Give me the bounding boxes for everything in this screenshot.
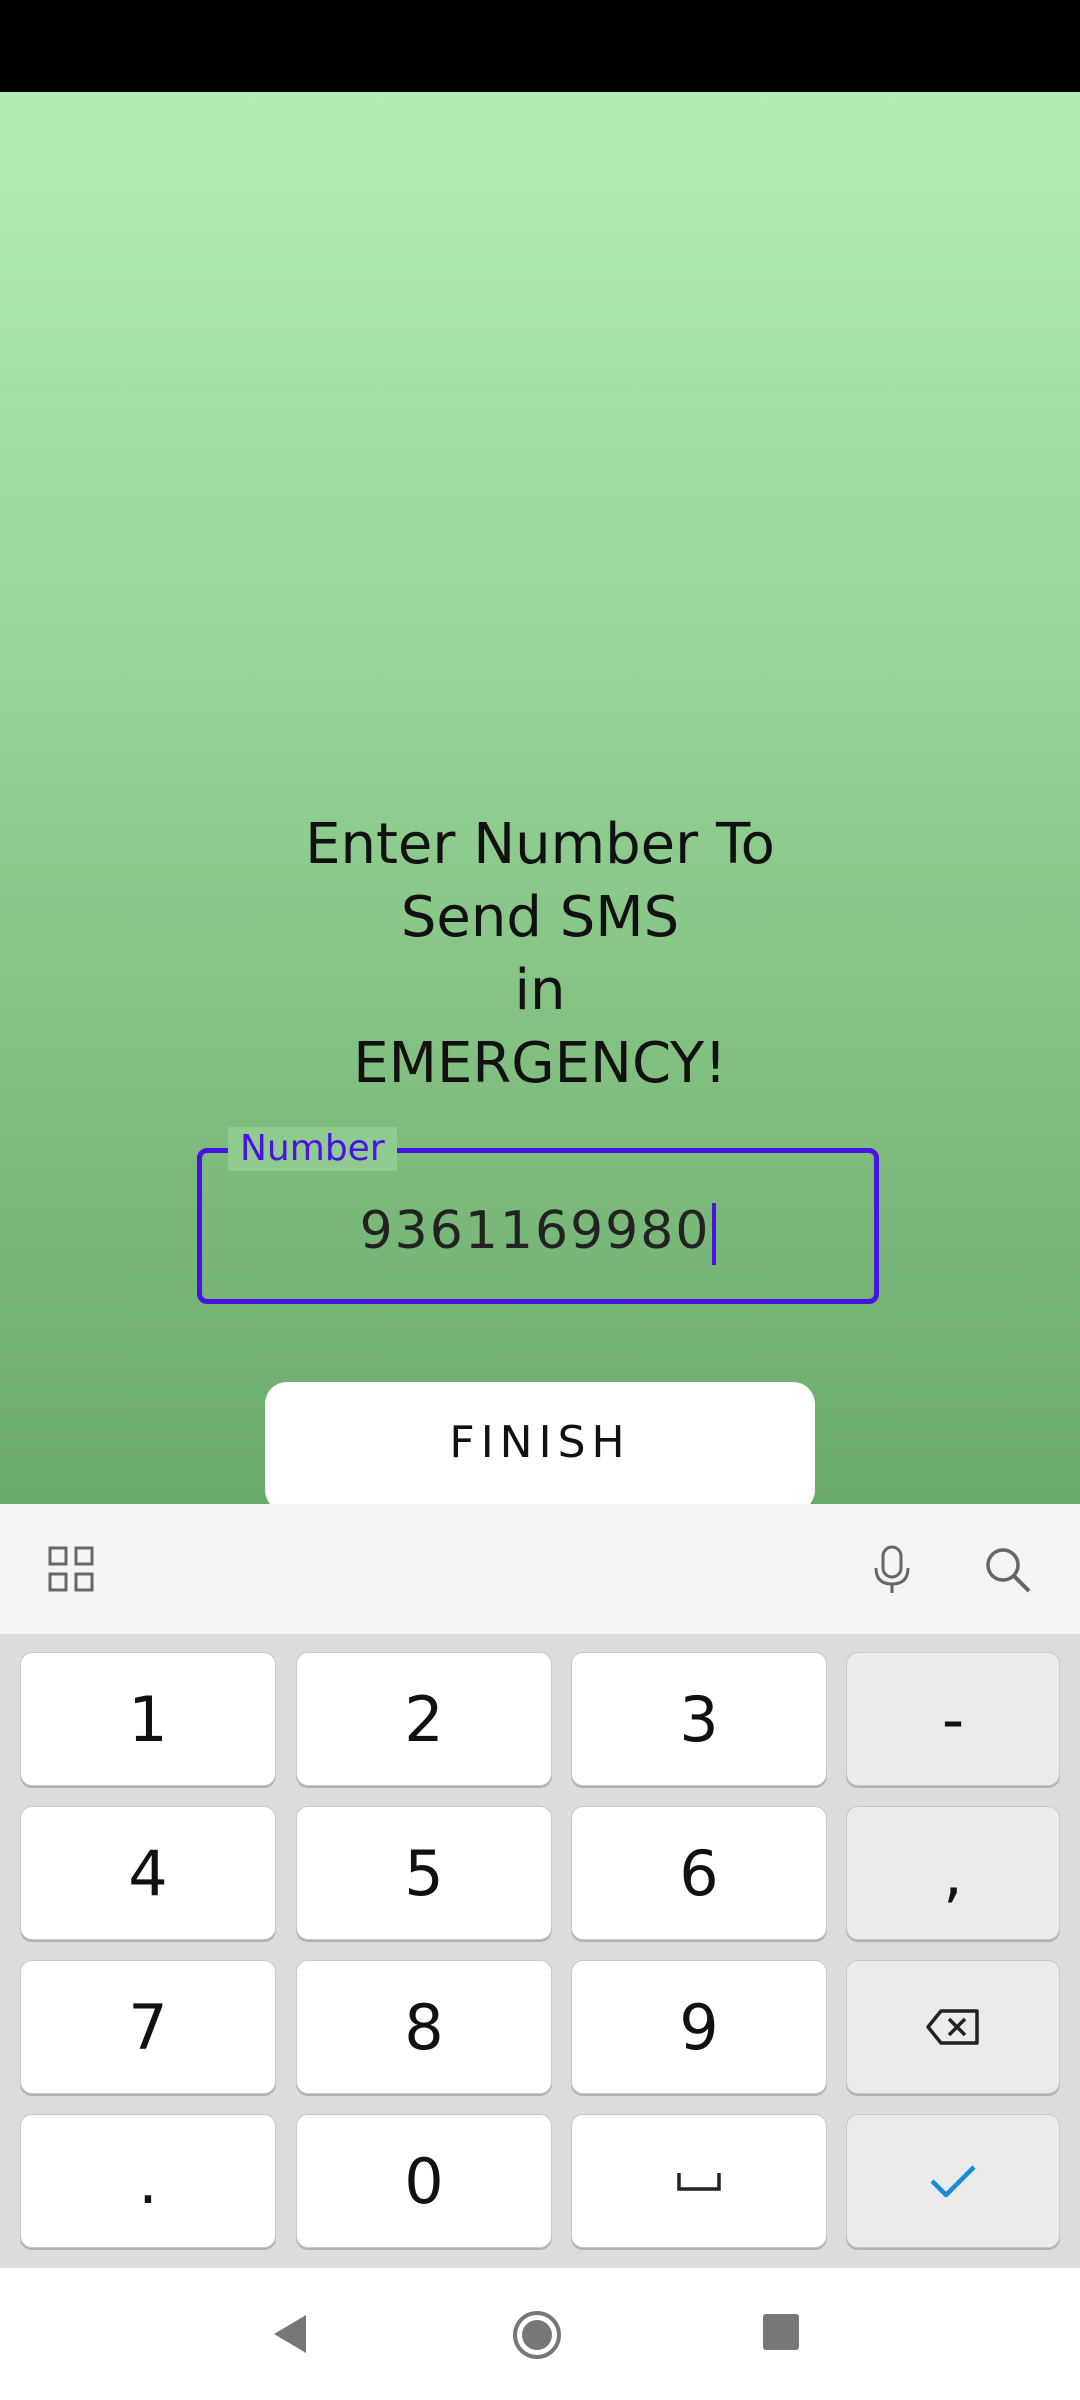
text-caret: [712, 1203, 717, 1265]
key-9[interactable]: 9: [571, 1960, 827, 2094]
key-4[interactable]: 4: [20, 1806, 276, 1940]
title-line: EMERGENCY!: [353, 1031, 727, 1096]
title-line: in: [514, 958, 566, 1023]
key-minus[interactable]: -: [846, 1652, 1060, 1786]
key-3[interactable]: 3: [571, 1652, 827, 1786]
finish-button[interactable]: FINISH: [265, 1382, 815, 1512]
key-7[interactable]: 7: [20, 1960, 276, 2094]
number-input[interactable]: Number 9361169980: [197, 1127, 879, 1304]
title-line: Enter Number To: [305, 812, 775, 877]
grid-icon[interactable]: [46, 1544, 98, 1596]
title-line: Send SMS: [400, 885, 680, 950]
microphone-icon[interactable]: [866, 1544, 918, 1596]
done-key[interactable]: [846, 2114, 1060, 2248]
keyboard-toolbar: [0, 1504, 1080, 1634]
navigation-bar: [0, 2268, 1080, 2400]
key-8[interactable]: 8: [296, 1960, 552, 2094]
page-title: Enter Number To Send SMS in EMERGENCY!: [0, 808, 1080, 1100]
number-field-label: Number: [228, 1127, 397, 1171]
recents-icon[interactable]: [763, 2314, 799, 2354]
number-field-value-wrap[interactable]: 9361169980: [202, 1201, 874, 1265]
numeric-keypad: 1 2 3 - 4 5 6 , 7 8 9 . 0: [0, 1634, 1080, 2268]
back-icon[interactable]: [270, 2312, 310, 2360]
key-1[interactable]: 1: [20, 1652, 276, 1786]
backspace-icon: [926, 2009, 979, 2045]
status-bar: [0, 0, 1080, 92]
space-key[interactable]: [571, 2114, 827, 2248]
home-icon[interactable]: [512, 2310, 562, 2364]
key-0[interactable]: 0: [296, 2114, 552, 2248]
number-field-value[interactable]: 9361169980: [360, 1201, 711, 1261]
key-comma[interactable]: ,: [846, 1806, 1060, 1940]
key-6[interactable]: 6: [571, 1806, 827, 1940]
key-2[interactable]: 2: [296, 1652, 552, 1786]
search-icon[interactable]: [982, 1544, 1034, 1596]
checkmark-icon: [930, 2165, 976, 2198]
key-period[interactable]: .: [20, 2114, 276, 2248]
key-5[interactable]: 5: [296, 1806, 552, 1940]
space-icon: [677, 2173, 721, 2191]
backspace-key[interactable]: [846, 1960, 1060, 2094]
